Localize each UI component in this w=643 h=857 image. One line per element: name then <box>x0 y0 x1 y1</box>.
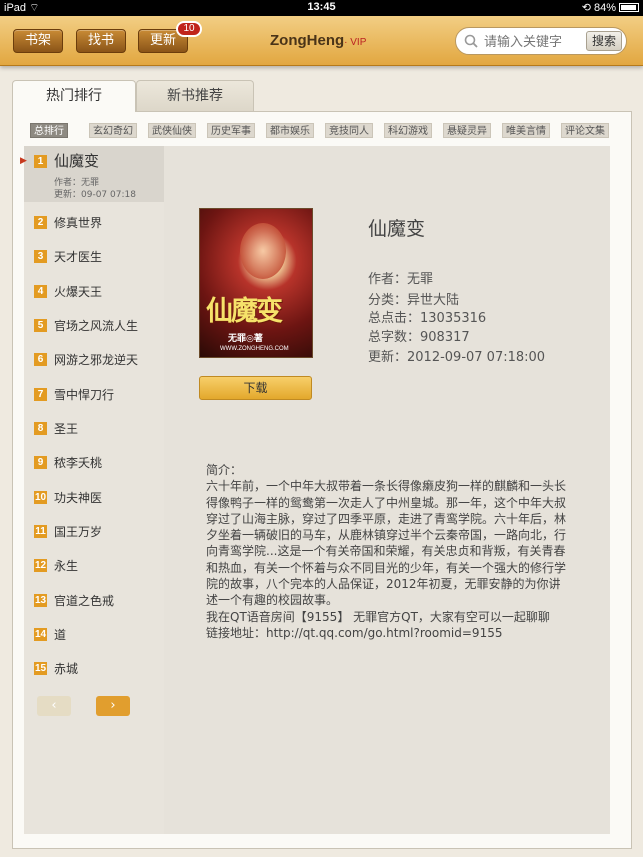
ranking-title: 秾李夭桃 <box>54 456 103 470</box>
rank-number: 10 <box>34 491 47 504</box>
summary-label: 简介： <box>206 463 243 477</box>
ranking-item-3[interactable]: 3 天才医生 <box>24 241 164 275</box>
ranking-item-13[interactable]: 13 官道之色戒 <box>24 585 164 619</box>
ranking-item-6[interactable]: 6 网游之邪龙逆天 <box>24 344 164 378</box>
tab-new-books[interactable]: 新书推荐 <box>136 80 254 111</box>
battery-icon <box>619 3 639 12</box>
ranking-title: 赤城 <box>54 662 79 676</box>
ranking-title: 官道之色戒 <box>54 594 115 608</box>
ranking-item-4[interactable]: 4 火爆天王 <box>24 276 164 310</box>
ranking-item-11[interactable]: 11 国王万岁 <box>24 516 164 550</box>
rank-number: 8 <box>34 422 47 435</box>
ranking-item-15[interactable]: 15 赤城 <box>24 653 164 687</box>
search-box: 搜索 <box>455 27 627 55</box>
find-books-button[interactable]: 找书 <box>76 29 126 53</box>
book-summary: 简介： 六十年前，一个中年大叔带着一条长得像癞皮狗一样的麒麟和一头长得像鸭子一样… <box>206 462 566 641</box>
category-fanfic[interactable]: 竞技同人 <box>325 123 373 138</box>
ranking-title: 仙魔变 <box>54 152 100 170</box>
ranking-title: 雪中悍刀行 <box>54 388 115 402</box>
ranking-item-7[interactable]: 7 雪中悍刀行 <box>24 379 164 413</box>
category-wuxia[interactable]: 武侠仙侠 <box>148 123 196 138</box>
rank-number: 11 <box>34 525 47 538</box>
book-category: 分类：异世大陆 <box>368 293 460 308</box>
ranking-item-12[interactable]: 12 永生 <box>24 550 164 584</box>
ranking-title: 火爆天王 <box>54 285 103 299</box>
rank-number: 13 <box>34 594 47 607</box>
ranking-title: 天才医生 <box>54 250 103 264</box>
ranking-title: 修真世界 <box>54 216 103 230</box>
download-button[interactable]: 下载 <box>199 376 312 400</box>
ranking-title: 网游之邪龙逆天 <box>54 353 139 367</box>
ranking-title: 官场之风流人生 <box>54 319 139 333</box>
ranking-item-10[interactable]: 10 功夫神医 <box>24 482 164 516</box>
ranking-list: 1 仙魔变 作者：无罪 更新：09-07 07:18 2 修真世界 3 天才医生 4… <box>24 146 164 834</box>
bookshelf-button[interactable]: 书架 <box>13 29 63 53</box>
navbar: 书架 找书 更新 10 ZongHeng· VIP 搜索 <box>0 16 643 66</box>
next-page-button[interactable]: › <box>96 696 130 716</box>
ranking-updated: 更新：09-07 07:18 <box>54 190 136 200</box>
book-updated: 更新：2012-09-07 07:18:00 <box>368 350 546 365</box>
ranking-title: 国王万岁 <box>54 525 103 539</box>
search-input[interactable] <box>484 32 584 52</box>
prev-page-button[interactable]: ‹ <box>37 696 71 716</box>
summary-qt-room: 我在QT语音房间【9155】 无罪官方QT，大家有空可以一起聊聊 <box>206 609 550 624</box>
cover-site: WWW.ZONGHENG.COM <box>220 346 289 352</box>
ranking-title: 永生 <box>54 559 79 573</box>
summary-text: 六十年前，一个中年大叔带着一条长得像癞皮狗一样的麒麟和一头长得像鸭子一样的鸳鸯第… <box>206 479 567 608</box>
search-icon <box>464 34 478 48</box>
ranking-item-5[interactable]: 5 官场之风流人生 <box>24 310 164 344</box>
app-logo: ZongHeng· VIP <box>270 32 367 49</box>
category-fantasy[interactable]: 玄幻奇幻 <box>89 123 137 138</box>
category-history[interactable]: 历史军事 <box>207 123 255 138</box>
rank-number: 12 <box>34 559 47 572</box>
book-clicks: 总点击：13035316 <box>368 311 487 326</box>
rank-number: 15 <box>34 662 47 675</box>
rank-number: 6 <box>34 353 47 366</box>
book-title: 仙魔变 <box>368 218 426 240</box>
ranking-item-2[interactable]: 2 修真世界 <box>24 207 164 241</box>
rotation-lock-icon: ⟲ <box>581 2 591 14</box>
ranking-item-14[interactable]: 14 道 <box>24 619 164 653</box>
clock: 13:45 <box>307 1 336 13</box>
ranking-item-9[interactable]: 9 秾李夭桃 <box>24 447 164 481</box>
category-all[interactable]: 总排行 <box>30 123 68 138</box>
book-word-count: 总字数：908317 <box>368 330 470 345</box>
ranking-item-8[interactable]: 8 圣王 <box>24 413 164 447</box>
selected-arrow-icon: ▶ <box>20 156 27 166</box>
rank-number: 14 <box>34 628 47 641</box>
rank-number: 9 <box>34 456 47 469</box>
tab-hot-ranking[interactable]: 热门排行 <box>12 80 136 112</box>
search-button[interactable]: 搜索 <box>586 31 622 51</box>
book-author: 作者：无罪 <box>368 272 434 287</box>
status-bar: iPad ⌔ 13:45 ⟲ 84% <box>0 0 643 16</box>
ranking-title: 功夫神医 <box>54 491 103 505</box>
category-reviews[interactable]: 评论文集 <box>561 123 609 138</box>
rank-number: 2 <box>34 216 47 229</box>
category-urban[interactable]: 都市娱乐 <box>266 123 314 138</box>
category-romance[interactable]: 唯美言情 <box>502 123 550 138</box>
ranking-title: 圣王 <box>54 422 79 436</box>
cover-title: 仙魔变 <box>206 296 283 327</box>
cover-author: 无罪◎著 <box>228 334 263 344</box>
rank-number: 5 <box>34 319 47 332</box>
rank-number: 4 <box>34 285 47 298</box>
ranking-title: 道 <box>54 628 67 642</box>
category-mystery[interactable]: 悬疑灵异 <box>443 123 491 138</box>
ranking-item-1[interactable]: 1 仙魔变 作者：无罪 更新：09-07 07:18 <box>24 146 164 202</box>
update-count-badge: 10 <box>176 21 202 37</box>
rank-number: 1 <box>34 155 47 168</box>
book-cover: 仙魔变 无罪◎著 WWW.ZONGHENG.COM <box>199 208 313 358</box>
battery-status: ⟲ 84% <box>582 1 639 14</box>
rank-number: 7 <box>34 388 47 401</box>
summary-link: 链接地址：http://qt.qq.com/go.html?roomid=915… <box>206 625 503 640</box>
category-scifi[interactable]: 科幻游戏 <box>384 123 432 138</box>
rank-number: 3 <box>34 250 47 263</box>
